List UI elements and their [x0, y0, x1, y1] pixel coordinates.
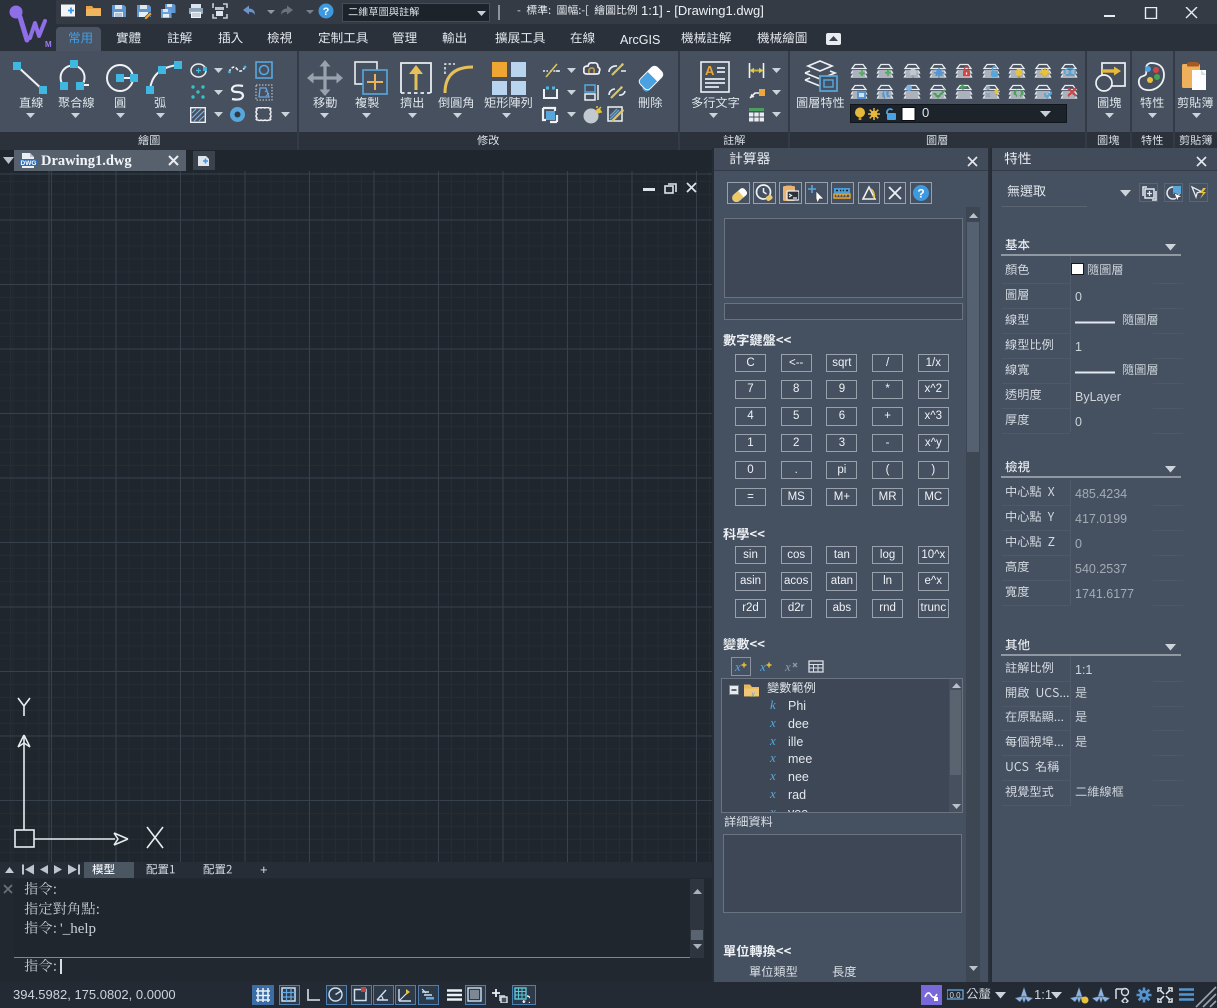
- svg-text:x: x: [759, 659, 766, 674]
- svg-text:x: x: [784, 659, 791, 674]
- svg-text:A: A: [705, 63, 715, 78]
- svg-text:?: ?: [917, 186, 924, 200]
- svg-text:x: x: [734, 659, 741, 674]
- svg-text:DWG: DWG: [21, 160, 37, 167]
- svg-text:M: M: [45, 40, 52, 49]
- svg-text:?: ?: [323, 6, 330, 18]
- svg-text:0.0: 0.0: [949, 991, 961, 1000]
